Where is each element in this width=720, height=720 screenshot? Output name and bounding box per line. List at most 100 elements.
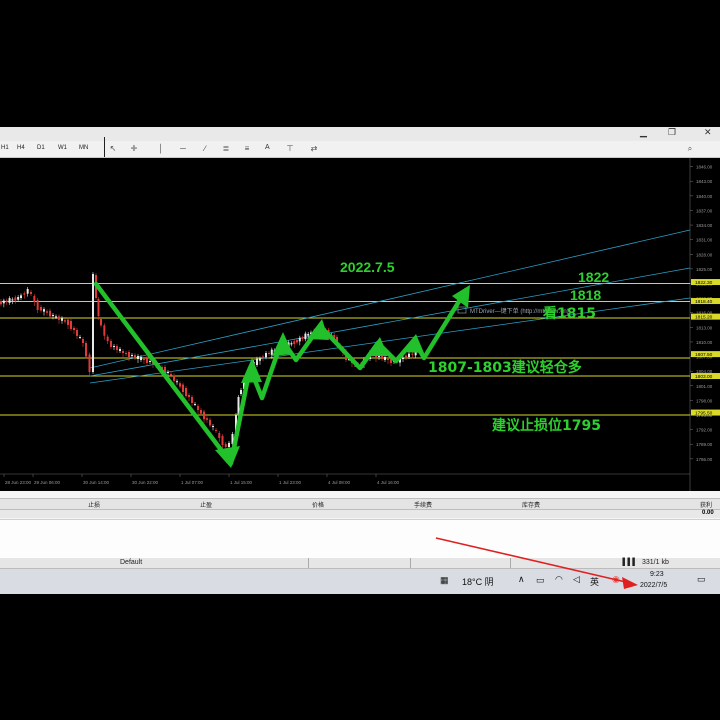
weather-text[interactable]: 18°C 阴	[462, 575, 494, 588]
timeframe-d1-button[interactable]: D1	[37, 145, 45, 151]
price-tick-label: 1840.00	[696, 194, 713, 199]
candle-body	[307, 334, 310, 336]
candle-body	[100, 319, 102, 326]
candle-body	[125, 353, 127, 354]
time-tick-label: 30 Jun 22:00	[132, 480, 159, 485]
channel-lower-line[interactable]	[89, 297, 691, 384]
candle-body	[131, 355, 133, 356]
clock-date[interactable]: 2022/7/5	[640, 582, 667, 589]
candle-body	[197, 406, 199, 410]
close-button[interactable]: ✕	[704, 127, 712, 139]
candle-body	[206, 418, 208, 420]
horizontal-line-icon[interactable]: ─	[177, 143, 189, 154]
timeframe-h1-button[interactable]: H1	[1, 145, 9, 151]
timeframe-h4-button[interactable]: H4	[17, 145, 25, 151]
level-tag-label: 1822.30	[695, 280, 713, 286]
price-tick-label: 1810.00	[696, 340, 713, 345]
time-axis: 28 Jun 23:00 29 Jun 06:00 30 Jun 14:00 30 J…	[3, 474, 400, 485]
ime-language[interactable]: 英	[590, 575, 599, 588]
level-tag-label: 1815.20	[695, 314, 713, 320]
timeframe-w1-button[interactable]: W1	[58, 145, 67, 151]
candle-body	[265, 353, 267, 358]
candle-body	[64, 320, 66, 322]
candle-body	[212, 426, 214, 427]
price-tick-label: 1837.00	[696, 208, 713, 213]
candle-body	[170, 374, 172, 376]
price-tick-label: 1846.00	[696, 165, 713, 170]
candle-body	[85, 343, 87, 357]
clock-time[interactable]: 9:23	[650, 571, 664, 578]
title-bar: ▁ ❐ ✕	[0, 127, 720, 141]
time-tick-label: 4 Jul 08:00	[328, 480, 351, 485]
price-chart[interactable]: 1846.00 1843.00 1840.00 1837.00 1834.00 1831.…	[0, 158, 720, 491]
antivirus-icon[interactable]: ◉	[612, 574, 620, 585]
vertical-line-icon[interactable]: │	[155, 143, 167, 154]
candle-body	[173, 375, 175, 381]
candle-body	[387, 359, 389, 360]
profile-name[interactable]: Default	[120, 559, 142, 566]
app-window: ▁ ❐ ✕ H1 H4 D1 W1 MN ↖ ✛ │ ─ ∕ ≣ ≡ A ⊤ ⇄…	[0, 127, 720, 594]
candle-body	[5, 300, 8, 302]
column-price[interactable]: 价格	[312, 500, 324, 509]
date-annotation: 2022.7.5	[340, 259, 395, 275]
channel-icon[interactable]: ≣	[220, 143, 232, 154]
up-arrowhead-icon	[272, 332, 293, 356]
search-icon[interactable]: ⌕	[684, 143, 696, 154]
candle-body	[92, 274, 94, 372]
price-tick-label: 1798.00	[696, 398, 713, 403]
app-tray-icon[interactable]: ▭	[536, 575, 545, 586]
restore-button[interactable]: ❐	[668, 127, 676, 139]
fibonacci-icon[interactable]: ≡	[241, 143, 253, 154]
column-commission[interactable]: 手续费	[414, 500, 432, 509]
chevron-up-icon[interactable]: ∧	[518, 574, 525, 585]
candle-body	[67, 319, 69, 325]
candle-body	[218, 433, 221, 438]
terminal-empty-area	[0, 519, 720, 559]
table-row[interactable]: 0.00	[0, 510, 720, 518]
time-tick-label: 1 Jul 07:00	[181, 480, 204, 485]
price-tick-label: 1843.00	[696, 179, 713, 184]
candle-body	[256, 358, 258, 365]
trendline-icon[interactable]: ∕	[199, 143, 211, 154]
price-tick-label: 1834.00	[696, 223, 713, 228]
candle-body	[79, 337, 81, 338]
arrows-icon[interactable]: ⇄	[308, 143, 320, 154]
divider	[510, 558, 511, 568]
candle-body	[122, 351, 124, 353]
column-take-profit[interactable]: 止盈	[200, 500, 212, 509]
column-profit[interactable]: 获利	[700, 500, 712, 509]
minimize-button[interactable]: ▁	[640, 127, 647, 139]
weather-icon[interactable]: ▦	[440, 575, 449, 586]
text-tool-button[interactable]: A	[265, 144, 270, 151]
decline-arrow-line	[93, 281, 234, 466]
candle-body	[30, 292, 32, 294]
label-icon[interactable]: ⊤	[284, 143, 296, 154]
notification-icon[interactable]: ▭	[697, 574, 706, 585]
candle-body	[55, 316, 57, 318]
price-tick-label: 1801.00	[696, 384, 713, 389]
windows-taskbar: ▦ 18°C 阴 ∧ ▭ ◠ ◁ 英 ◉ 9:23 2022/7/5 ▭	[0, 569, 720, 594]
wifi-icon[interactable]: ◠	[555, 574, 563, 585]
price-tick-label: 1786.00	[696, 457, 713, 462]
candle-body	[200, 410, 202, 414]
candle-body	[116, 346, 118, 350]
candle-body	[378, 356, 380, 357]
candle-body	[402, 357, 404, 359]
candle-body	[228, 443, 230, 447]
price-tick-label: 1813.00	[696, 325, 713, 330]
traffic-indicator: 331/1 kb	[642, 559, 669, 566]
column-swap[interactable]: 库存费	[522, 500, 540, 509]
candle-body	[191, 397, 193, 403]
column-stop-loss[interactable]: 止损	[88, 500, 100, 509]
candle-body	[33, 296, 36, 302]
level-tag-label: 1803.00	[695, 374, 713, 380]
timeframe-mn-button[interactable]: MN	[79, 145, 88, 151]
crosshair-icon[interactable]: ✛	[128, 143, 140, 154]
candle-body	[290, 343, 293, 345]
divider	[410, 558, 411, 568]
candle-body	[194, 404, 196, 405]
price-tick-label: 1789.00	[696, 442, 713, 447]
cursor-icon[interactable]: ↖	[107, 143, 119, 154]
volume-icon[interactable]: ◁	[573, 574, 580, 585]
stop-loss-annotation: 建议止损位1795	[492, 417, 601, 434]
